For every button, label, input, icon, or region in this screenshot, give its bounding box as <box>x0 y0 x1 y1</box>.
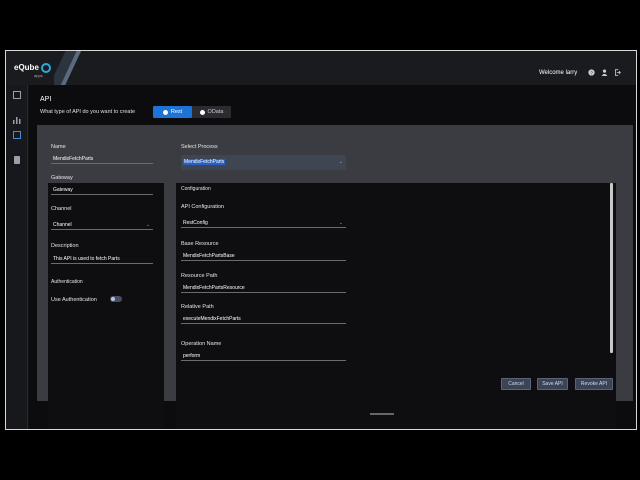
gateway-label: Gateway <box>51 175 73 181</box>
channel-value: Channel <box>53 222 72 228</box>
use-authentication-label: Use Authentication <box>51 297 97 303</box>
select-process-label: Select Process <box>181 144 218 150</box>
channel-select[interactable]: Channel ⌄ <box>51 220 153 230</box>
right-panel-scrollbar[interactable] <box>610 183 613 353</box>
save-api-button[interactable]: Save API <box>537 378 568 390</box>
help-icon[interactable]: ? <box>588 69 595 76</box>
app-logo[interactable]: eQube <box>14 63 51 73</box>
channel-label: Channel <box>51 206 72 212</box>
toggle-knob <box>111 297 115 301</box>
chevron-down-icon: ⌄ <box>338 159 343 165</box>
logout-icon[interactable] <box>614 69 621 76</box>
revoke-api-button[interactable]: Revoke API <box>575 378 613 390</box>
database-icon[interactable] <box>13 151 21 164</box>
gateway-input[interactable]: Gateway <box>51 185 153 195</box>
api-configuration-value: RestConfig <box>183 220 208 226</box>
base-resource-input[interactable]: MendixFetchPartsBase <box>181 251 346 261</box>
relative-path-label: Relative Path <box>181 304 214 310</box>
resource-path-input[interactable]: MendixFetchPartsResource <box>181 283 346 293</box>
select-process-value: MendixFetchParts <box>183 159 226 165</box>
dashboard-icon[interactable] <box>13 91 21 99</box>
description-input[interactable]: This API is used to fetch Parts <box>51 254 153 264</box>
base-resource-label: Base Resource <box>181 241 219 247</box>
rest-label: Rest <box>170 109 183 115</box>
operation-name-input[interactable]: perform <box>181 351 346 361</box>
radio-selected-icon <box>162 109 168 115</box>
api-icon[interactable] <box>13 131 21 139</box>
cancel-button[interactable]: Cancel <box>501 378 531 390</box>
api-type-toggle: Rest OData <box>153 106 231 118</box>
use-authentication-toggle[interactable] <box>110 296 122 302</box>
name-input[interactable]: MendixFetchParts <box>51 154 153 164</box>
operation-name-label: Operation Name <box>181 341 222 347</box>
user-icon[interactable] <box>601 69 608 76</box>
sidebar <box>6 85 28 429</box>
logo-decoration <box>54 51 94 85</box>
welcome-text: Welcome larry <box>539 70 578 76</box>
logo-text: eQube <box>14 63 39 73</box>
relative-path-input[interactable]: executeMendixFetchParts <box>181 314 346 324</box>
description-label: Description <box>51 243 79 249</box>
logo-subtitle: apps <box>34 73 43 78</box>
configuration-section: Configuration <box>181 186 211 192</box>
name-label: Name <box>51 144 66 150</box>
api-configuration-select[interactable]: RestConfig ⌄ <box>181 218 346 228</box>
authentication-section: Authentication <box>51 279 83 285</box>
chart-icon[interactable] <box>13 111 21 124</box>
radio-icon <box>199 109 205 115</box>
horizontal-scrollbar[interactable] <box>370 413 394 415</box>
page-title: API <box>40 96 52 103</box>
chevron-down-icon: ⌄ <box>338 220 343 226</box>
api-configuration-label: API Configuration <box>181 204 225 210</box>
rest-option[interactable]: Rest <box>153 106 192 118</box>
api-type-question: What type of API do you want to create <box>40 109 136 115</box>
logo-swirl-icon <box>40 63 51 73</box>
select-process-dropdown[interactable]: MendixFetchParts ⌄ <box>181 155 346 170</box>
svg-text:?: ? <box>590 70 593 76</box>
top-bar: eQube apps Welcome larry ? <box>6 51 636 85</box>
chevron-down-icon: ⌄ <box>145 222 150 228</box>
app-window: eQube apps Welcome larry ? API What type… <box>5 50 637 430</box>
odata-option[interactable]: OData <box>192 106 231 118</box>
odata-label: OData <box>207 109 224 115</box>
top-icon-group: ? <box>588 69 621 76</box>
resource-path-label: Resource Path <box>181 273 218 279</box>
